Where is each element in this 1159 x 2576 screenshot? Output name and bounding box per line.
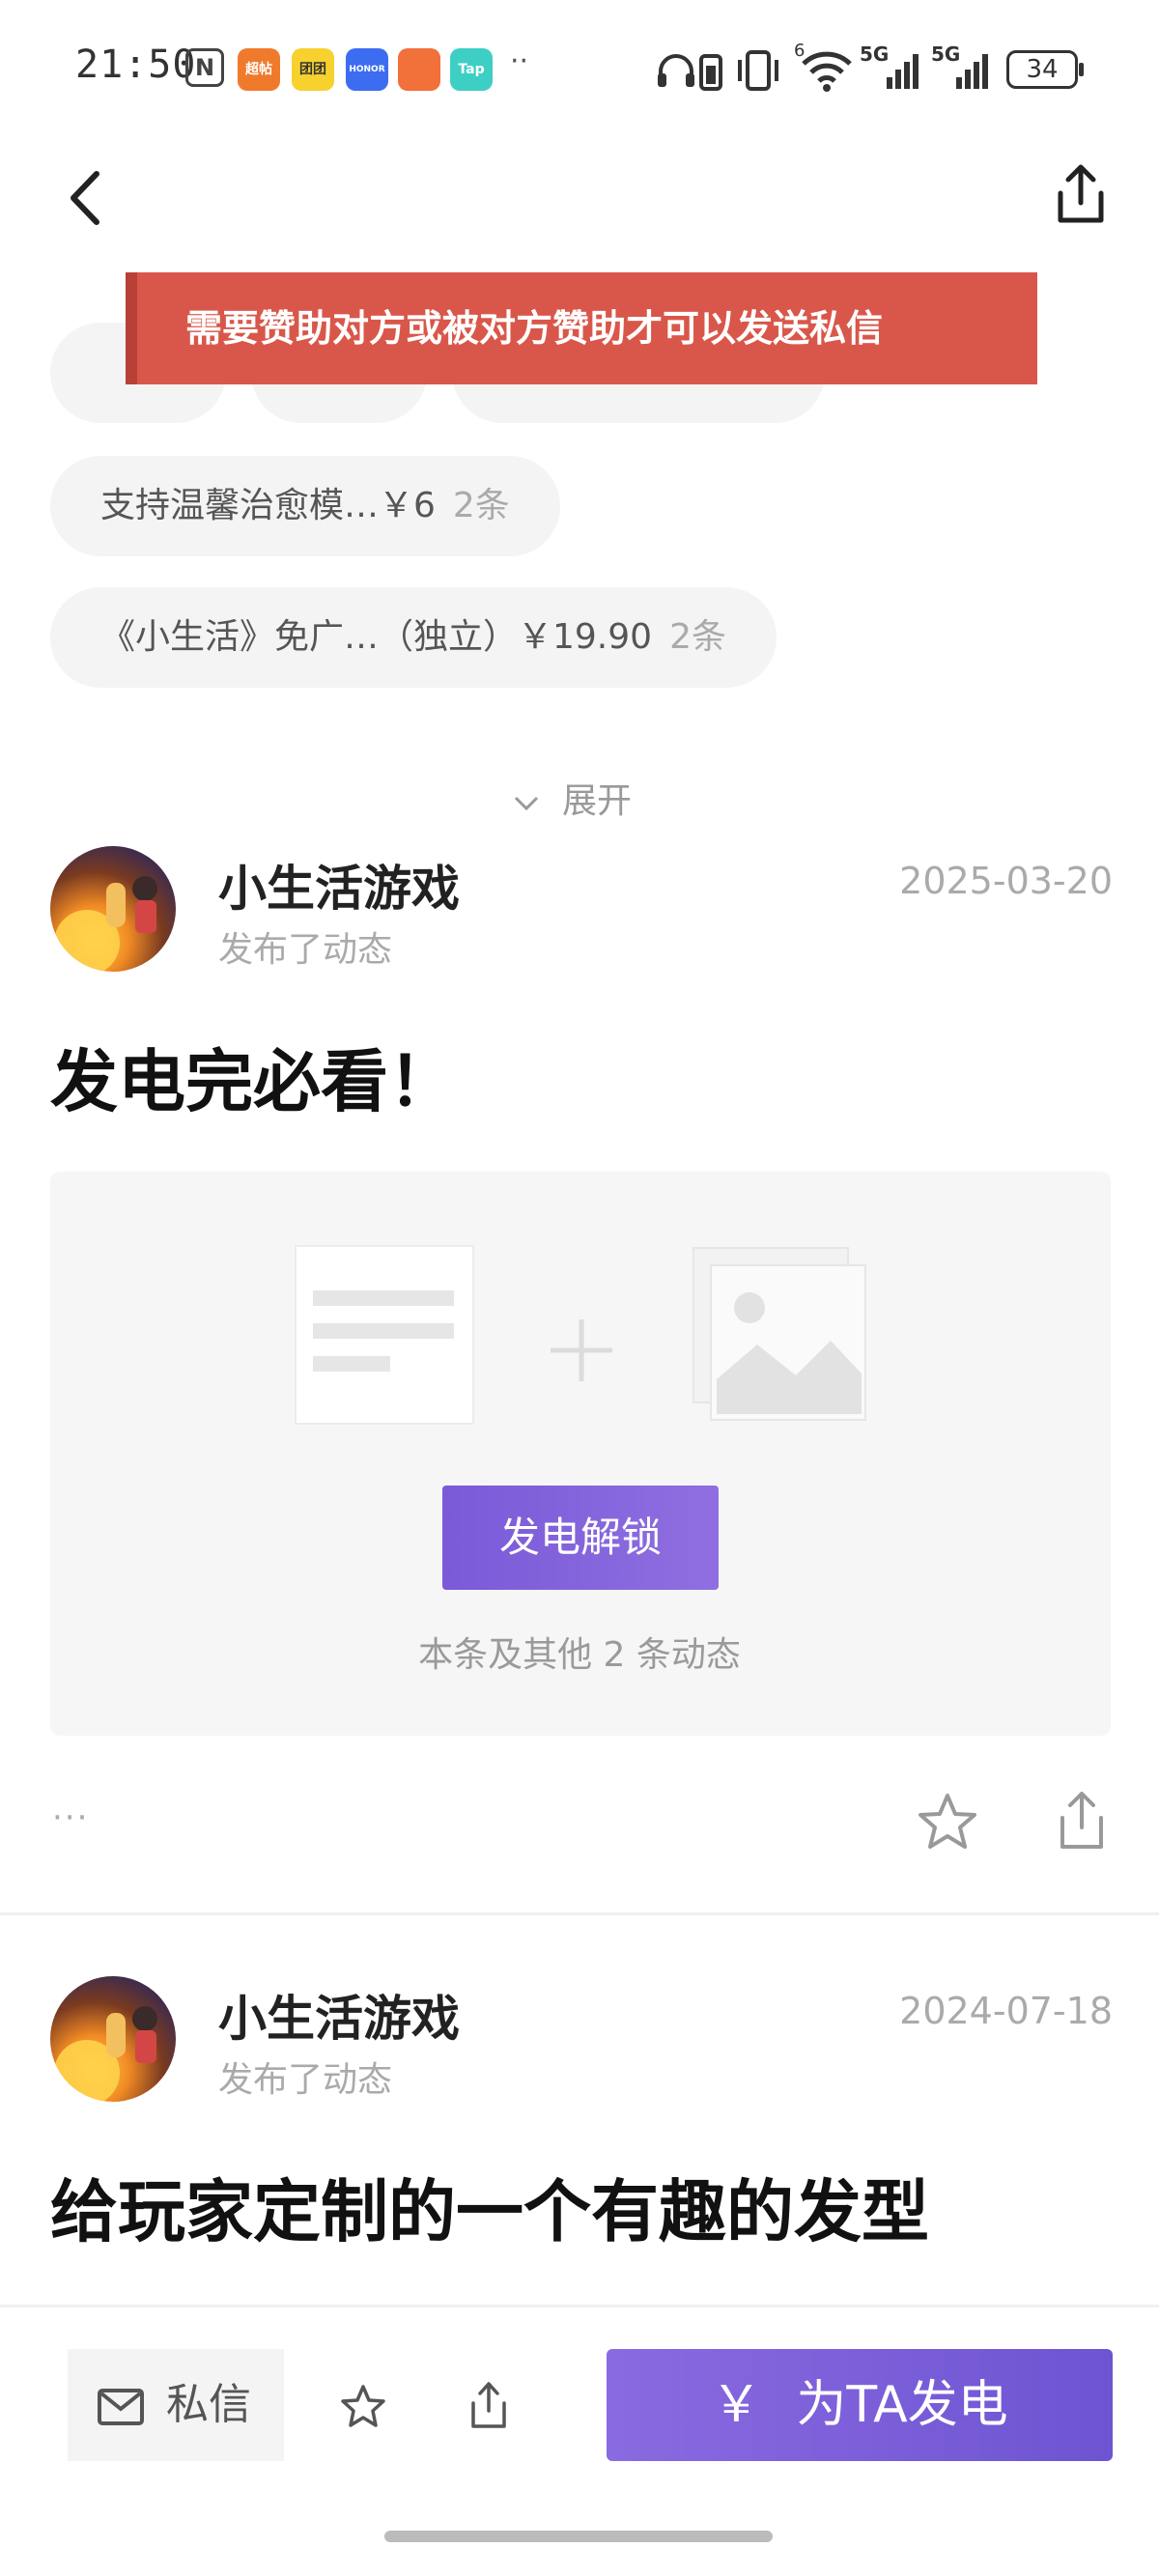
- wifi-icon: [802, 51, 852, 92]
- home-indicator[interactable]: [384, 2531, 773, 2542]
- more-options-icon[interactable]: ···: [52, 1798, 89, 1837]
- mail-icon: [98, 2389, 144, 2425]
- chip-count: 2条: [452, 486, 510, 525]
- chevron-down-icon: [514, 796, 539, 811]
- plus-icon: [551, 1319, 612, 1381]
- app-notification-icon: 超帖: [238, 48, 280, 91]
- app-notification-icon: Tap: [450, 48, 493, 91]
- document-placeholder-icon: [295, 1245, 474, 1425]
- battery-icon: 34: [1006, 50, 1084, 89]
- support-creator-button[interactable]: ￥ 为TA发电: [607, 2349, 1113, 2461]
- chip-label: 《小生活》免广…（独立）￥19.90: [100, 617, 653, 657]
- app-notification-icon: HONOR: [346, 48, 388, 91]
- vibrate-icon: [738, 50, 778, 91]
- support-label: 为TA发电: [796, 2376, 1008, 2434]
- post-title[interactable]: 给玩家定制的一个有趣的发型: [50, 2158, 929, 2255]
- post-author[interactable]: 小生活游戏: [218, 850, 460, 920]
- expand-toggle[interactable]: 展开: [512, 773, 632, 823]
- post-date: 2024-07-18: [899, 1990, 1113, 2032]
- filter-chip[interactable]: 《小生活》免广…（独立）￥19.90 2条: [50, 587, 777, 688]
- locked-description: 本条及其他 2 条动态: [418, 1635, 741, 1675]
- chip-count: 2条: [669, 617, 726, 657]
- share-icon[interactable]: [1053, 1789, 1111, 1853]
- status-time: 21:50: [75, 42, 197, 87]
- nfc-icon: N: [185, 48, 224, 87]
- avatar[interactable]: [50, 1976, 176, 2102]
- signal-icon: [887, 54, 919, 89]
- direct-message-label: 私信: [166, 2380, 251, 2429]
- star-icon[interactable]: [916, 1791, 979, 1854]
- direct-message-button[interactable]: 私信: [68, 2349, 284, 2461]
- more-notifications-icon: ··: [510, 44, 529, 78]
- avatar-illustration: [54, 876, 157, 972]
- back-arrow-icon[interactable]: [58, 164, 116, 232]
- image-placeholder-icon: [693, 1247, 866, 1421]
- expand-label: 展开: [562, 781, 633, 821]
- signal-icon: [956, 54, 988, 89]
- share-icon[interactable]: [467, 2380, 510, 2430]
- post-action: 发布了动态: [218, 2060, 393, 2100]
- post-date: 2025-03-20: [899, 860, 1113, 902]
- star-icon[interactable]: [340, 2384, 386, 2430]
- app-notification-icon: 团团: [292, 48, 334, 91]
- unlock-button[interactable]: 发电解锁: [442, 1486, 719, 1590]
- currency-icon: ￥: [711, 2376, 762, 2434]
- share-icon[interactable]: [1049, 160, 1113, 230]
- filter-chip[interactable]: 支持温馨治愈模…￥6 2条: [50, 456, 560, 556]
- chip-label: 支持温馨治愈模…￥6: [100, 486, 436, 525]
- app-notification-icon: [398, 48, 440, 91]
- post-divider: [0, 1912, 1159, 1915]
- toast-banner: 需要赞助对方或被对方赞助才可以发送私信: [126, 272, 1037, 384]
- avatar-illustration: [54, 2006, 157, 2102]
- post-author[interactable]: 小生活游戏: [218, 1980, 460, 2050]
- post-action: 发布了动态: [218, 930, 393, 970]
- avatar[interactable]: [50, 846, 176, 972]
- post-title[interactable]: 发电完必看！: [50, 1028, 456, 1125]
